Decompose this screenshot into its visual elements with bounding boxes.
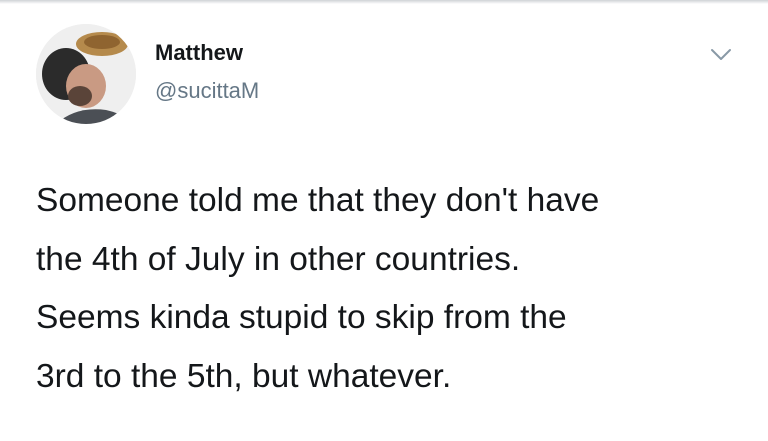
tweet-card: Matthew @sucittaM Someone told me that t… bbox=[0, 0, 768, 441]
author-handle[interactable]: @sucittaM bbox=[155, 80, 259, 102]
tweet-text: Someone told me that they don't have the… bbox=[36, 182, 600, 395]
avatar[interactable] bbox=[36, 24, 136, 124]
author-display-name[interactable]: Matthew bbox=[155, 42, 243, 64]
avatar-photo-icon bbox=[36, 24, 136, 124]
tweet-menu-button[interactable] bbox=[703, 40, 739, 70]
chevron-down-icon bbox=[711, 49, 731, 60]
